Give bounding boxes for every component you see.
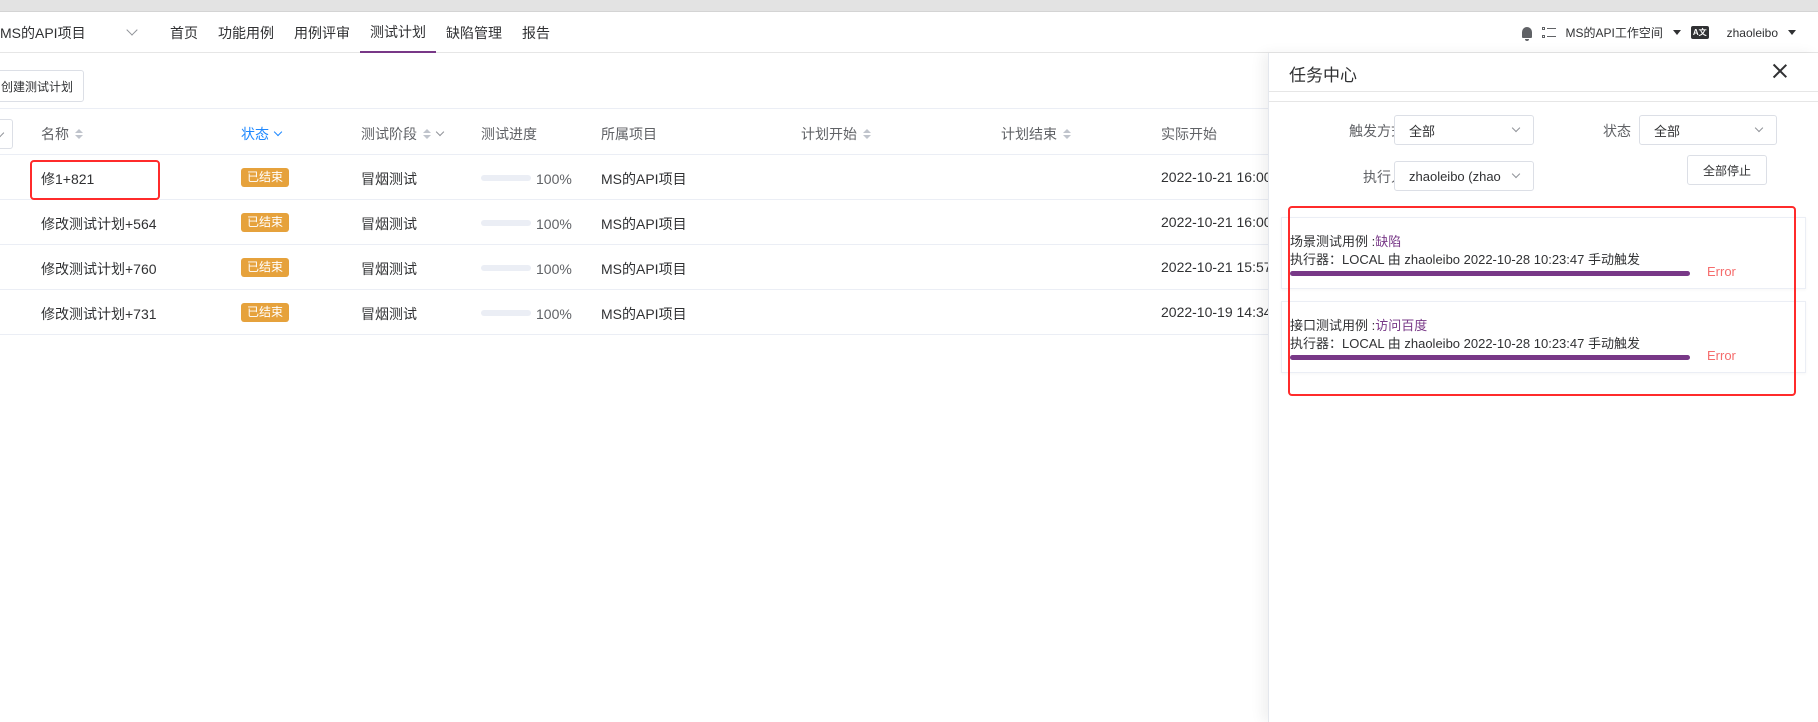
status-badge: 已结束 (241, 258, 290, 277)
status-badge: 已结束 (241, 303, 290, 322)
column-header-project: 所属项目 (601, 126, 657, 142)
progress-bar (481, 220, 531, 226)
test-plan-table: 名称 状态 测试阶段 测试进度 所属项目 计划开始 计划结束 实际开始 修1+8… (0, 108, 1300, 335)
column-header-status[interactable]: 状态 (241, 124, 283, 144)
plan-stage: 冒烟测试 (361, 306, 417, 322)
column-header-progress: 测试进度 (481, 126, 537, 142)
status-badge: 已结束 (241, 213, 290, 232)
progress-bar (481, 310, 531, 316)
divider (1269, 91, 1818, 92)
plan-stage: 冒烟测试 (361, 171, 417, 187)
column-header-plan-end[interactable]: 计划结束 (1001, 124, 1071, 144)
chevron-down-icon (1511, 169, 1521, 179)
nav-defects[interactable]: 缺陷管理 (436, 12, 512, 53)
divider (1269, 101, 1818, 102)
close-icon[interactable] (1772, 63, 1788, 79)
chevron-down-icon (1511, 123, 1521, 133)
plan-name[interactable]: 修改测试计划+760 (41, 259, 157, 279)
workspace-selector[interactable]: MS的API工作空间 (1566, 24, 1663, 41)
top-header: MS的API项目 首页 功能用例 用例评审 测试计划 缺陷管理 报告 MS的AP… (0, 12, 1818, 53)
column-header-plan-start[interactable]: 计划开始 (801, 124, 871, 144)
sort-icon[interactable] (423, 129, 431, 139)
project-name: MS的API项目 (0, 24, 86, 41)
caret-down-icon[interactable] (1788, 30, 1796, 35)
status-select[interactable]: 全部 (1639, 115, 1777, 145)
nav-home[interactable]: 首页 (160, 12, 208, 53)
sort-icon[interactable] (75, 129, 83, 139)
table-row[interactable]: 修1+821 已结束 冒烟测试 100% MS的API项目 2022-10-21… (0, 155, 1300, 200)
caret-down-icon[interactable] (1672, 30, 1681, 35)
column-header-name[interactable]: 名称 (41, 124, 83, 144)
plan-project: MS的API项目 (601, 306, 687, 322)
drawer-title: 任务中心 (1289, 66, 1357, 85)
plan-stage: 冒烟测试 (361, 216, 417, 232)
language-icon[interactable]: A文 (1690, 26, 1709, 39)
progress-text: 100% (536, 216, 572, 232)
trigger-label: 触发方式 (1349, 123, 1405, 139)
plan-actual-start: 2022-10-21 16:00 (1161, 169, 1272, 185)
task-list-icon[interactable] (1541, 26, 1556, 39)
executor-select[interactable]: zhaoleibo (zhao (1394, 161, 1534, 191)
plan-actual-start: 2022-10-19 14:34 (1161, 304, 1272, 320)
create-test-plan-button[interactable]: 创建测试计划 (0, 70, 85, 102)
table-row[interactable]: 修改测试计划+760 已结束 冒烟测试 100% MS的API项目 2022-1… (0, 245, 1300, 290)
plan-actual-start: 2022-10-21 16:00 (1161, 214, 1272, 230)
trigger-select[interactable]: 全部 (1394, 115, 1534, 145)
table-row[interactable]: 修改测试计划+564 已结束 冒烟测试 100% MS的API项目 2022-1… (0, 200, 1300, 245)
progress-text: 100% (536, 171, 572, 187)
main-nav: 首页 功能用例 用例评审 测试计划 缺陷管理 报告 (160, 12, 560, 53)
table-row[interactable]: 修改测试计划+731 已结束 冒烟测试 100% MS的API项目 2022-1… (0, 290, 1300, 335)
filter-chevron-icon[interactable] (273, 127, 283, 137)
status-badge: 已结束 (241, 168, 290, 187)
chevron-down-icon (1754, 123, 1764, 133)
status-label: 状态 (1603, 123, 1631, 139)
column-header-stage[interactable]: 测试阶段 (361, 124, 445, 144)
chevron-down-icon (126, 24, 138, 36)
project-selector[interactable]: MS的API项目 (0, 12, 150, 53)
sort-icon[interactable] (863, 129, 871, 139)
filter-chevron-icon[interactable] (435, 127, 445, 137)
highlight-box (30, 160, 160, 200)
progress-text: 100% (536, 261, 572, 277)
column-header-actual-start[interactable]: 实际开始 (1161, 124, 1217, 144)
header-right: MS的API工作空间 A文 zhaoleibo (1521, 12, 1796, 53)
plan-actual-start: 2022-10-21 15:57 (1161, 259, 1272, 275)
executor-label: 执行人 (1363, 169, 1405, 185)
nav-test-plan[interactable]: 测试计划 (360, 12, 436, 53)
plan-project: MS的API项目 (601, 261, 687, 277)
plan-project: MS的API项目 (601, 216, 687, 232)
task-center-drawer: 任务中心 触发方式 全部 状态 全部 执行人 zhaoleibo (zhao 全… (1268, 53, 1818, 722)
progress-text: 100% (536, 306, 572, 322)
bell-icon[interactable] (1521, 27, 1532, 41)
column-filter-button[interactable] (0, 119, 13, 149)
browser-chrome-strip (0, 0, 1818, 12)
plan-name[interactable]: 修改测试计划+564 (41, 214, 157, 234)
progress-bar (481, 265, 531, 271)
table-header: 名称 状态 测试阶段 测试进度 所属项目 计划开始 计划结束 实际开始 (0, 108, 1300, 155)
stop-all-button[interactable]: 全部停止 (1687, 155, 1767, 185)
sort-icon[interactable] (1063, 129, 1071, 139)
progress-bar (481, 175, 531, 181)
nav-case-review[interactable]: 用例评审 (284, 12, 360, 53)
plan-name[interactable]: 修改测试计划+731 (41, 304, 157, 324)
nav-reports[interactable]: 报告 (512, 12, 560, 53)
plan-project: MS的API项目 (601, 171, 687, 187)
user-menu[interactable]: zhaoleibo (1727, 26, 1778, 40)
plan-stage: 冒烟测试 (361, 261, 417, 277)
nav-functional-cases[interactable]: 功能用例 (208, 12, 284, 53)
highlight-box (1288, 206, 1796, 396)
